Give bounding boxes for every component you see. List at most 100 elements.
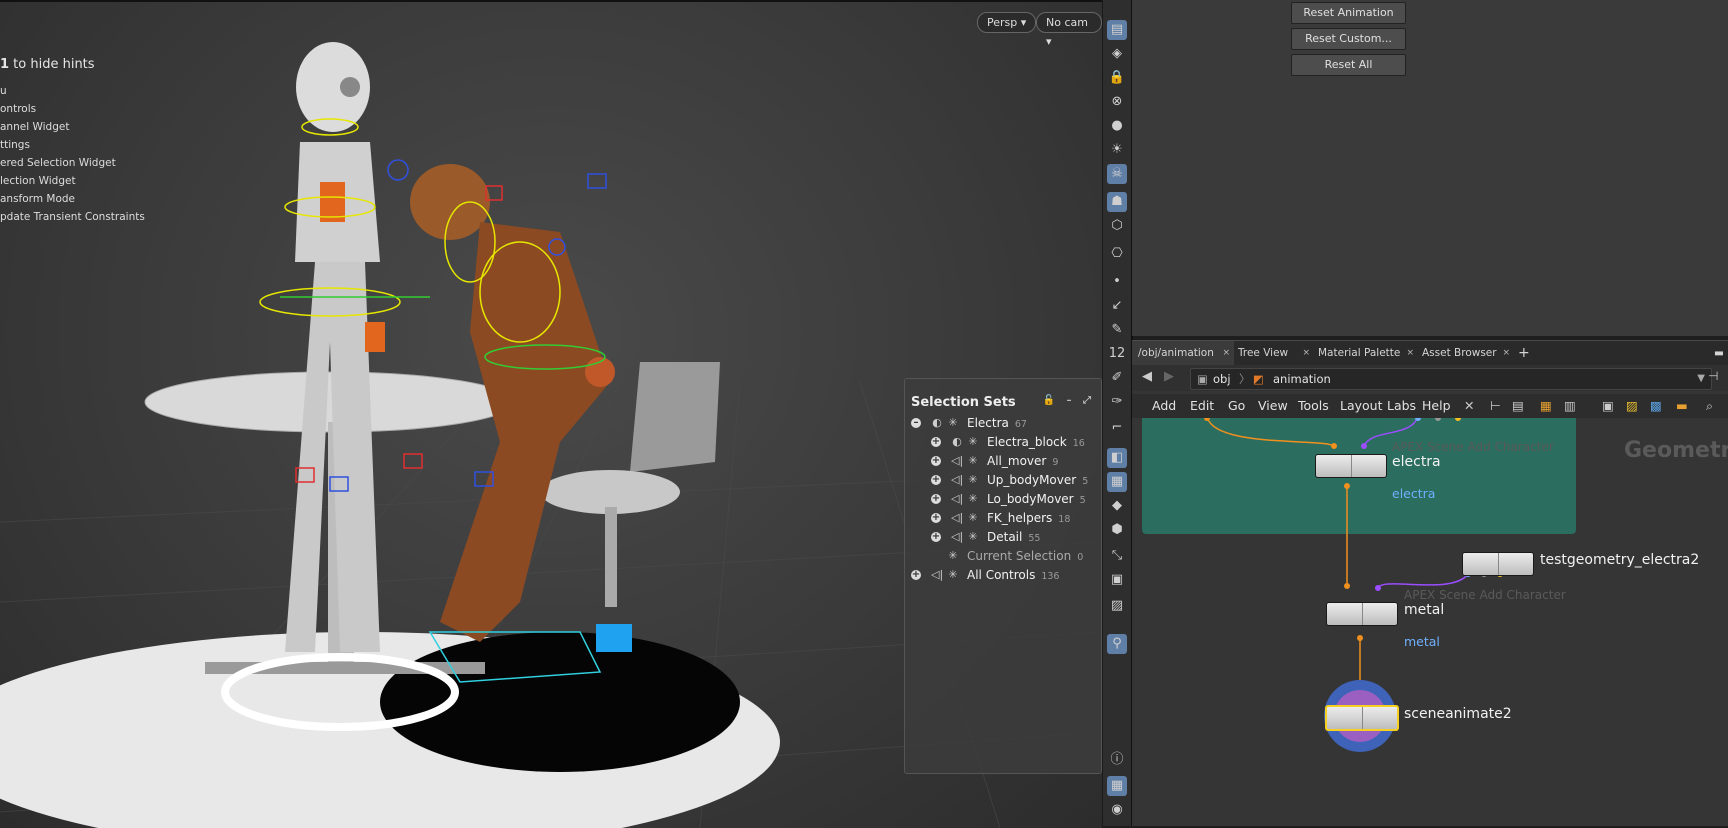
close-icon[interactable]: × (1406, 341, 1414, 365)
box-icon[interactable]: ▬ (1676, 394, 1688, 418)
grid-icon[interactable]: ▥ (1564, 394, 1576, 418)
node-sceneanimate[interactable] (1325, 705, 1399, 731)
key-icon[interactable]: ◁| (951, 493, 963, 505)
menu-edit[interactable]: Edit (1190, 394, 1214, 418)
screen-icon[interactable]: ▣ (1602, 394, 1614, 418)
paint-icon[interactable]: ✑ (1107, 392, 1127, 412)
menu-labs[interactable]: Labs (1387, 394, 1416, 418)
skeleton-icon[interactable]: ☠ (1107, 164, 1127, 184)
point-icon[interactable]: • (1107, 272, 1127, 292)
reset-all-button[interactable]: Reset All (1291, 54, 1406, 76)
key-icon[interactable]: ◁| (951, 474, 963, 486)
sphere-icon[interactable]: ● (1107, 116, 1127, 136)
view-menu-icon[interactable]: ▤ (1107, 20, 1127, 40)
pen-icon[interactable]: ✎ (1107, 320, 1127, 340)
brush-icon[interactable]: ✐ (1107, 368, 1127, 388)
perspective-menu-button[interactable]: Persp ▾ (977, 12, 1037, 33)
pin-icon[interactable]: ⚲ (1107, 634, 1127, 654)
selset-row-fk-helpers[interactable]: + ◁| ✳ FK_helpers 18 (905, 509, 1101, 528)
key-icon[interactable]: ◁| (951, 531, 963, 543)
key-icon[interactable]: ◁| (951, 455, 963, 467)
geometry-icon[interactable]: ⬡ (1107, 216, 1127, 236)
eye-icon[interactable]: ◉ (1107, 800, 1127, 820)
expand-icon[interactable]: + (931, 456, 941, 466)
menu-help[interactable]: Help (1422, 394, 1451, 418)
pin-path-icon[interactable]: ⊣ (1708, 369, 1718, 383)
expand-icon[interactable]: + (931, 437, 941, 447)
uv-icon[interactable]: ⬢ (1107, 520, 1127, 540)
panel-window-buttons[interactable]: 🔓 – ⤢ (1043, 395, 1095, 406)
expand-icon[interactable]: + (911, 570, 921, 580)
tab-asset-browser[interactable]: Asset Browser × (1416, 341, 1514, 365)
path-current[interactable]: animation (1273, 369, 1331, 389)
wrench-icon[interactable]: ✕ (1464, 394, 1474, 418)
camera-icon[interactable]: ⎔ (1107, 244, 1127, 264)
snapshot-icon[interactable]: ◈ (1107, 44, 1127, 64)
node-electra[interactable] (1315, 454, 1387, 478)
character-icon[interactable]: ☗ (1107, 192, 1127, 212)
edge-icon[interactable]: ⌐ (1107, 418, 1127, 438)
menu-view[interactable]: View (1258, 394, 1288, 418)
selset-row-detail[interactable]: + ◁| ✳ Detail 55 (905, 528, 1101, 547)
color-palette-icon[interactable]: ▦ (1540, 394, 1552, 418)
node-name-sceneanimate[interactable]: sceneanimate2 (1404, 706, 1512, 722)
search-icon[interactable]: ⌕ (1706, 394, 1713, 418)
node-name-electra[interactable]: electra (1392, 454, 1441, 470)
frame-icon[interactable]: ▣ (1107, 570, 1127, 590)
pane-menu-icon[interactable]: ▬ (1708, 341, 1728, 365)
reset-animation-button[interactable]: Reset Animation (1291, 2, 1406, 24)
selset-row-electra[interactable]: – ◐ ✳ Electra 67 (905, 414, 1101, 433)
expand-icon[interactable]: + (931, 475, 941, 485)
chevron-down-icon[interactable]: ▼ (1697, 369, 1705, 389)
key-icon[interactable]: ◁| (931, 569, 943, 581)
tab-material-palette[interactable]: Material Palette × (1312, 341, 1418, 365)
number-icon[interactable]: 12 (1107, 344, 1127, 364)
image-icon[interactable]: ▩ (1650, 394, 1662, 418)
add-tab-button[interactable]: + (1512, 341, 1534, 365)
node-name-testgeometry[interactable]: testgeometry_electra2 (1540, 552, 1699, 568)
scene-viewport[interactable]: 1 to hide hints u ontrols annel Widget t… (0, 0, 1102, 828)
selset-row-electra-block[interactable]: + ◐ ✳ Electra_block 16 (905, 433, 1101, 452)
camera-menu-button[interactable]: No cam ▾ (1036, 12, 1102, 48)
key-icon[interactable]: ◁| (951, 512, 963, 524)
close-icon[interactable]: × (1502, 341, 1510, 365)
sticky-note-icon[interactable]: ▨ (1626, 394, 1638, 418)
reset-custom-button[interactable]: Reset Custom... (1291, 28, 1406, 50)
normal-icon[interactable]: ↙ (1107, 296, 1127, 316)
node-testgeometry[interactable] (1462, 552, 1534, 576)
back-arrow-icon[interactable]: ◀ (1142, 369, 1152, 384)
path-obj[interactable]: obj (1213, 369, 1231, 389)
forward-arrow-icon[interactable]: ▶ (1164, 369, 1174, 384)
network-editor-canvas[interactable]: Geometry APEX Scene Add Characte (1132, 418, 1728, 826)
tab-tree-view[interactable]: Tree View × (1232, 341, 1314, 365)
tree-icon[interactable]: ⊢ (1490, 394, 1501, 418)
expand-icon[interactable]: + (931, 532, 941, 542)
info-icon[interactable]: ⓘ (1107, 750, 1127, 770)
light-icon[interactable]: ☀ (1107, 140, 1127, 160)
close-icon[interactable]: × (1222, 341, 1230, 365)
selset-row-all-controls[interactable]: + ◁| ✳ All Controls 136 (905, 566, 1101, 585)
selset-row-all-mover[interactable]: + ◁| ✳ All_mover 9 (905, 452, 1101, 471)
selset-row-lo-bodymover[interactable]: + ◁| ✳ Lo_bodyMover 5 (905, 490, 1101, 509)
lock-icon[interactable]: 🔒 (1107, 68, 1127, 88)
menu-add[interactable]: Add (1152, 394, 1176, 418)
visibility-icon[interactable]: ◐ (951, 436, 963, 448)
node-metal[interactable] (1326, 602, 1398, 626)
list-icon[interactable]: ▤ (1512, 394, 1524, 418)
close-icon[interactable]: × (1302, 341, 1310, 365)
visibility-icon[interactable]: ◐ (931, 417, 943, 429)
menu-layout[interactable]: Layout (1340, 394, 1383, 418)
selset-row-current-selection[interactable]: ✳ Current Selection 0 (905, 547, 1101, 566)
tab-obj-animation[interactable]: /obj/animation × (1132, 341, 1234, 365)
scale-icon[interactable]: ⤡ (1107, 546, 1127, 566)
selset-row-up-bodymover[interactable]: + ◁| ✳ Up_bodyMover 5 (905, 471, 1101, 490)
checker-icon[interactable]: ▦ (1107, 472, 1127, 492)
menu-go[interactable]: Go (1228, 394, 1245, 418)
wireframe-icon[interactable]: ◧ (1107, 448, 1127, 468)
layout-grid-icon[interactable]: ▦ (1107, 776, 1127, 796)
network-path-field[interactable]: ▣ obj 〉 ◩ animation ▼ (1190, 368, 1712, 390)
diamond-icon[interactable]: ◆ (1107, 496, 1127, 516)
expand-icon[interactable]: + (931, 494, 941, 504)
menu-tools[interactable]: Tools (1298, 394, 1329, 418)
expand-icon[interactable]: + (931, 513, 941, 523)
